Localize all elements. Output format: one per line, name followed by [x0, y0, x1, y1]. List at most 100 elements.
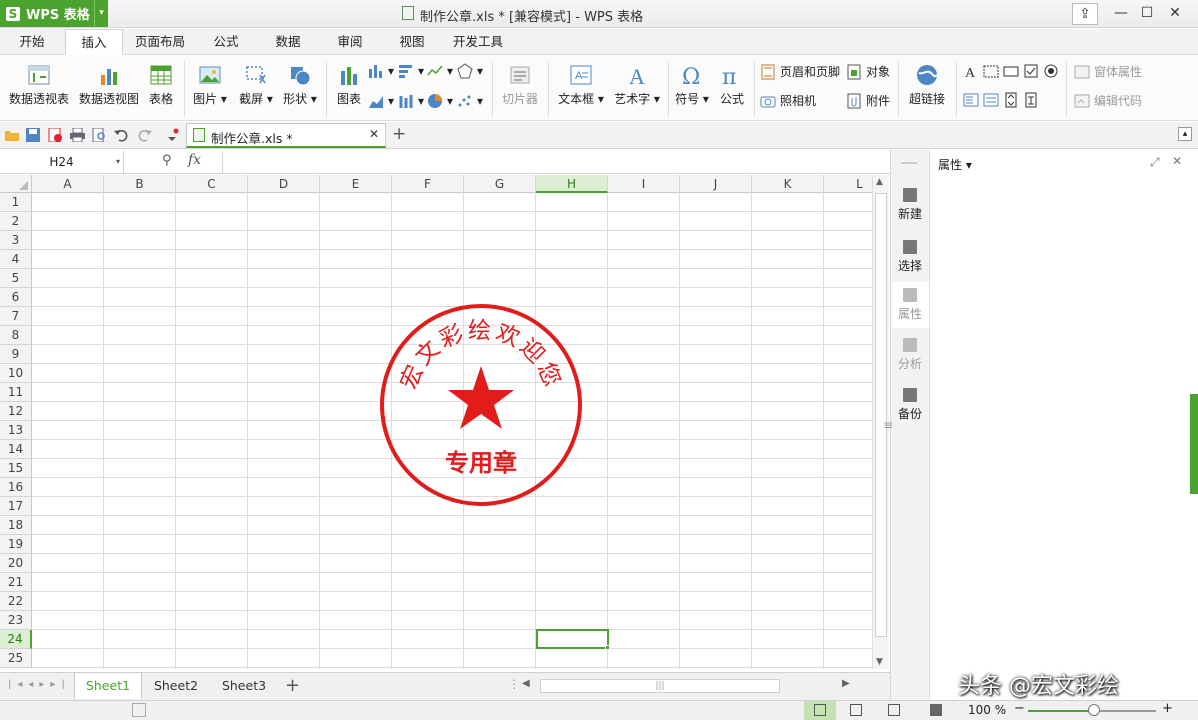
- column-header-f[interactable]: F: [392, 175, 464, 193]
- document-tab[interactable]: 制作公章.xls * ✕: [186, 123, 386, 148]
- column-header-b[interactable]: B: [104, 175, 176, 193]
- chart-button[interactable]: 图表: [332, 63, 366, 107]
- row-header-9[interactable]: 9: [0, 345, 32, 364]
- undo-icon[interactable]: [114, 128, 129, 142]
- customize-qat-icon[interactable]: [165, 128, 180, 142]
- close-tab-icon[interactable]: ✕: [369, 127, 379, 141]
- scroll-left-icon[interactable]: ◀: [522, 678, 530, 689]
- row-header-20[interactable]: 20: [0, 554, 32, 573]
- symbol-button[interactable]: Ω 符号 ▾: [672, 63, 712, 107]
- upload-icon[interactable]: ⇪: [1072, 3, 1098, 25]
- picture-button[interactable]: 图片 ▾: [190, 63, 230, 107]
- row-header-16[interactable]: 16: [0, 478, 32, 497]
- radio-control-icon[interactable]: [1043, 63, 1063, 79]
- hyperlink-button[interactable]: 超链接: [904, 63, 950, 107]
- row-header-11[interactable]: 11: [0, 383, 32, 402]
- window-restore-icon[interactable]: ▴: [1178, 127, 1192, 141]
- column-header-e[interactable]: E: [320, 175, 392, 193]
- pane-splitter[interactable]: ≡: [883, 418, 893, 432]
- page-layout-view-icon[interactable]: [888, 704, 900, 716]
- row-header-4[interactable]: 4: [0, 250, 32, 269]
- shape-button[interactable]: 形状 ▾: [280, 63, 320, 107]
- pivot-table-button[interactable]: 数据透视表: [6, 63, 72, 107]
- sheet-tab-3[interactable]: Sheet3: [212, 673, 276, 699]
- scroll-thumb[interactable]: [875, 193, 887, 637]
- chevron-down-icon[interactable]: ▾: [116, 151, 120, 173]
- open-folder-icon[interactable]: [5, 128, 20, 142]
- page-break-view-icon[interactable]: [850, 704, 862, 716]
- object-button[interactable]: 对象: [846, 63, 890, 80]
- attachment-button[interactable]: 附件: [846, 92, 890, 109]
- row-header-15[interactable]: 15: [0, 459, 32, 478]
- row-header-10[interactable]: 10: [0, 364, 32, 383]
- app-menu-button[interactable]: S WPS 表格 ▾: [0, 0, 108, 27]
- radar-chart-icon[interactable]: ▾: [457, 63, 483, 79]
- pivot-chart-button[interactable]: 数据透视图: [76, 63, 142, 107]
- horizontal-scroll-thumb[interactable]: |||: [540, 679, 780, 693]
- row-header-18[interactable]: 18: [0, 516, 32, 535]
- chevron-down-icon[interactable]: ▾: [94, 0, 108, 27]
- panel-collapse-handle[interactable]: [1190, 394, 1198, 494]
- macro-record-icon[interactable]: [132, 703, 146, 717]
- reading-mode-icon[interactable]: [930, 704, 942, 716]
- column-header-l[interactable]: L: [824, 175, 872, 193]
- tab-page-layout[interactable]: 页面布局: [128, 29, 192, 55]
- new-button[interactable]: 新建: [891, 188, 929, 222]
- groupbox-control-icon[interactable]: [983, 63, 1003, 79]
- spinner-control-icon[interactable]: [1003, 92, 1023, 108]
- row-header-5[interactable]: 5: [0, 269, 32, 288]
- zoom-level[interactable]: 100 %: [968, 703, 1006, 717]
- scatter-chart-icon[interactable]: ▾: [457, 93, 483, 109]
- add-sheet-icon[interactable]: +: [285, 675, 300, 696]
- close-panel-icon[interactable]: ✕: [1172, 154, 1182, 168]
- scroll-up-icon[interactable]: ▲: [876, 177, 883, 187]
- insert-function-button[interactable]: fx: [188, 152, 201, 168]
- column-chart-icon[interactable]: ▾: [368, 63, 394, 79]
- selected-cell-h24[interactable]: [536, 629, 609, 649]
- area-chart-icon[interactable]: ▾: [368, 93, 394, 109]
- sheet-navigation-icon[interactable]: |◂◂▸▸|: [8, 679, 71, 690]
- header-footer-button[interactable]: 页眉和页脚: [760, 63, 840, 80]
- column-header-d[interactable]: D: [248, 175, 320, 193]
- row-header-13[interactable]: 13: [0, 421, 32, 440]
- export-pdf-icon[interactable]: [48, 127, 63, 143]
- row-header-19[interactable]: 19: [0, 535, 32, 554]
- line-chart-icon[interactable]: ▾: [427, 63, 453, 79]
- fill-handle[interactable]: [605, 645, 610, 650]
- zoom-in-icon[interactable]: +: [1162, 701, 1173, 716]
- scroll-down-icon[interactable]: ▼: [876, 657, 883, 667]
- drag-handle[interactable]: [901, 162, 917, 164]
- formula-button[interactable]: π 公式: [714, 63, 750, 107]
- column-header-g[interactable]: G: [464, 175, 536, 193]
- tab-insert[interactable]: 插入: [65, 29, 123, 55]
- row-header-24[interactable]: 24: [0, 630, 32, 649]
- scrollbar-control-icon[interactable]: [1023, 92, 1043, 108]
- checkbox-control-icon[interactable]: [1023, 63, 1043, 79]
- row-header-25[interactable]: 25: [0, 649, 32, 668]
- textbox-button[interactable]: A 文本框 ▾: [556, 63, 606, 107]
- tab-review[interactable]: 审阅: [324, 29, 376, 55]
- row-header-12[interactable]: 12: [0, 402, 32, 421]
- zoom-slider-thumb[interactable]: [1088, 704, 1100, 716]
- combobox-control-icon[interactable]: [983, 92, 1003, 108]
- column-header-a[interactable]: A: [32, 175, 104, 193]
- column-header-h[interactable]: H: [536, 175, 608, 193]
- row-header-14[interactable]: 14: [0, 440, 32, 459]
- column-header-c[interactable]: C: [176, 175, 248, 193]
- save-icon[interactable]: [26, 128, 41, 142]
- analysis-button[interactable]: 分析: [891, 338, 929, 372]
- listbox-control-icon[interactable]: [963, 92, 983, 108]
- table-button[interactable]: 表格: [144, 63, 178, 107]
- sheet-tab-1[interactable]: Sheet1: [74, 673, 142, 699]
- row-header-6[interactable]: 6: [0, 288, 32, 307]
- zoom-out-icon[interactable]: −: [1014, 701, 1025, 716]
- stock-chart-icon[interactable]: ▾: [398, 93, 424, 109]
- close-button[interactable]: ✕: [1162, 3, 1188, 25]
- row-header-23[interactable]: 23: [0, 611, 32, 630]
- column-header-j[interactable]: J: [680, 175, 752, 193]
- minimize-button[interactable]: —: [1108, 3, 1134, 25]
- edit-code-button[interactable]: 编辑代码: [1074, 92, 1142, 109]
- bar-chart-horizontal-icon[interactable]: ▾: [398, 63, 424, 79]
- print-icon[interactable]: [70, 127, 85, 143]
- row-header-22[interactable]: 22: [0, 592, 32, 611]
